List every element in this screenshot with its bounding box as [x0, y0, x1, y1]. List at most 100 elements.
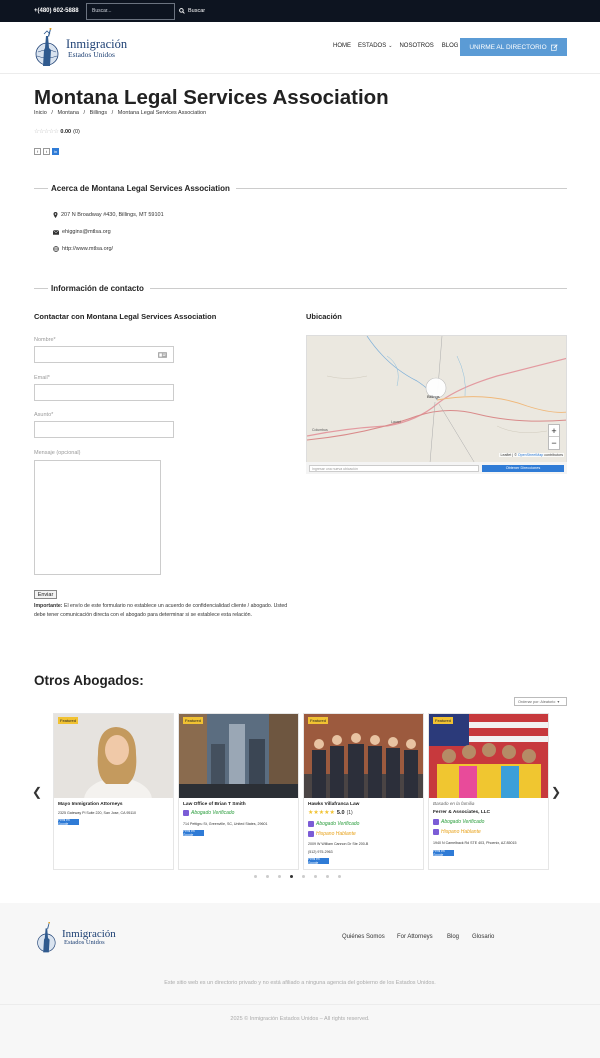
- name-label: Nombre*: [34, 337, 56, 343]
- website-link[interactable]: http://www.mtlsa.org/: [62, 246, 113, 252]
- map-attribution: Leaflet | © OpenStreetMap contributors: [499, 453, 564, 457]
- lawyer-address: 2009 W William Cannon Dr Ste 200-B: [308, 842, 369, 846]
- google-profile-button[interactable]: Perfil en Google: [58, 818, 79, 826]
- carousel-dots: [254, 875, 341, 878]
- email-link[interactable]: ehiggins@mtlsa.org: [62, 229, 111, 235]
- google-profile-button[interactable]: Perfil en Google: [308, 857, 329, 865]
- lawyer-card[interactable]: Featured Hawks Villafranca Law ★★★★★ 5.0 (…: [303, 713, 424, 870]
- message-textarea[interactable]: [34, 460, 161, 575]
- carousel-dot[interactable]: [266, 875, 269, 878]
- verified-icon: [433, 819, 439, 825]
- directions-input[interactable]: Ingresar una nueva ubicación: [309, 464, 479, 472]
- footer-link-quienes-somos[interactable]: Quiénes Somos: [342, 934, 385, 940]
- carousel-dot[interactable]: [326, 875, 329, 878]
- rating-stars[interactable]: ☆☆☆☆☆: [34, 128, 59, 135]
- zoom-out-button[interactable]: −: [549, 437, 559, 449]
- name-field[interactable]: [34, 346, 174, 363]
- legal-notice: Importante: El envío de este formulario …: [34, 602, 299, 619]
- breadcrumb-item[interactable]: Montana: [58, 110, 79, 116]
- website-row: http://www.mtlsa.org/: [53, 246, 113, 252]
- contact-section-heading: Información de contacto: [34, 284, 567, 293]
- footer-link-glosario[interactable]: Glosario: [472, 934, 494, 940]
- nav-nosotros[interactable]: NOSOTROS: [399, 43, 433, 49]
- page-title: Montana Legal Services Association: [34, 86, 389, 109]
- footer-link-for-attorneys[interactable]: For Attorneys: [397, 934, 433, 940]
- autofill-contact-icon: [158, 352, 167, 358]
- lawyer-phone[interactable]: (512) 975-2963: [308, 850, 333, 854]
- lawyer-card[interactable]: Featured Law Office of Brian T Smith Abo…: [178, 713, 299, 870]
- email-label: Email*: [34, 375, 50, 381]
- map-label-city: Billings: [427, 394, 440, 399]
- location-title: Ubicación: [306, 312, 342, 321]
- lawyer-card[interactable]: Featured Basado en la familia Ferrer & A…: [428, 713, 549, 870]
- footer-link-blog[interactable]: Blog: [447, 934, 459, 940]
- spanish-speaker-icon: [308, 831, 314, 837]
- zoom-in-button[interactable]: +: [549, 425, 559, 437]
- carousel-dot[interactable]: [314, 875, 317, 878]
- lawyer-name[interactable]: Law Office of Brian T Smith: [183, 802, 246, 807]
- get-directions-button[interactable]: Obtener Direcciones: [482, 464, 564, 472]
- carousel-prev-arrow-icon[interactable]: ❮: [32, 785, 42, 799]
- footer-logo-text: Inmigración Estados Unidos: [62, 929, 116, 947]
- search-button[interactable]: Buscar: [179, 8, 205, 14]
- address-text: 207 N Broadway #430, Billings, MT 59101: [61, 212, 164, 218]
- send-button[interactable]: Enviar: [34, 590, 57, 599]
- map-zoom-control: + −: [548, 424, 560, 450]
- globe-icon: [53, 246, 59, 252]
- carousel-dot[interactable]: [338, 875, 341, 878]
- share-linkedin-icon[interactable]: in: [52, 148, 59, 155]
- share-facebook-icon[interactable]: f: [34, 148, 41, 155]
- search-input[interactable]: [86, 2, 175, 20]
- rating-count: (0): [73, 128, 80, 135]
- verified-label: Abogado Verificado: [191, 810, 235, 816]
- carousel-dot-active[interactable]: [290, 875, 293, 878]
- footer-copyright: 2025 © Inmigración Estados Unidos – All …: [230, 1016, 370, 1022]
- site-logo[interactable]: Inmigración Estados Unidos: [34, 28, 127, 68]
- notice-text: El envío de este formulario no establece…: [34, 603, 288, 618]
- footer-divider: [0, 1004, 600, 1005]
- about-title: Acerca de Montana Legal Services Associa…: [51, 184, 230, 193]
- google-profile-button[interactable]: Perfil en Google: [433, 849, 454, 857]
- breadcrumb-item[interactable]: Inicio: [34, 110, 47, 116]
- google-profile-button[interactable]: Perfil en Google: [183, 829, 204, 837]
- hispanic-label: Hispano Hablante: [316, 831, 356, 837]
- featured-badge: Featured: [308, 717, 329, 724]
- email-field[interactable]: [34, 384, 174, 401]
- breadcrumb-separator: /: [48, 110, 57, 116]
- verified-icon: [183, 810, 189, 816]
- logo-text: Inmigración Estados Unidos: [66, 38, 127, 58]
- breadcrumb-item[interactable]: Billings: [90, 110, 107, 116]
- nav-estados[interactable]: ESTADOS ⌄: [358, 43, 392, 49]
- carousel-dot[interactable]: [254, 875, 257, 878]
- divider: [235, 188, 567, 189]
- search-icon: [179, 8, 185, 14]
- order-select[interactable]: Ordenar por: Aleatorio ▾: [514, 697, 567, 706]
- carousel-dot[interactable]: [278, 875, 281, 878]
- share-twitter-icon[interactable]: t: [43, 148, 50, 155]
- carousel-dot[interactable]: [302, 875, 305, 878]
- message-label: Mensaje (opcional): [34, 450, 81, 456]
- footer-logo[interactable]: Inmigración Estados Unidos: [36, 922, 116, 954]
- lawyer-card[interactable]: Featured Mayo Immigration Attorneys 2325…: [53, 713, 174, 870]
- attribution-link[interactable]: OpenStreetMap: [518, 453, 543, 457]
- lawyer-name[interactable]: Hawks Villafranca Law: [308, 802, 359, 807]
- nav-blog[interactable]: BLOG: [442, 43, 459, 49]
- attribution-prefix[interactable]: Leaflet | ©: [500, 453, 516, 457]
- lawyer-name[interactable]: Ferrer & Associates, LLC: [433, 810, 490, 815]
- lawyer-photo: [54, 714, 173, 798]
- location-map[interactable]: Billings Columbus Laurel + − Leaflet | ©…: [306, 335, 567, 474]
- hispanic-badge: Hispano Hablante: [433, 829, 481, 835]
- verified-badge: Abogado Verificado: [433, 819, 484, 825]
- verified-badge: Abogado Verificado: [183, 810, 234, 816]
- phone-number[interactable]: +(480) 602-5888: [34, 8, 86, 14]
- divider: [34, 188, 48, 189]
- rating-stars: ★★★★★: [308, 810, 335, 816]
- subject-field[interactable]: [34, 421, 174, 438]
- join-directory-button[interactable]: UNIRME AL DIRECTORIO: [460, 38, 567, 56]
- carousel-next-arrow-icon[interactable]: ❯: [551, 785, 561, 799]
- lawyer-name[interactable]: Mayo Immigration Attorneys: [58, 802, 123, 807]
- rating-value: 5.0: [336, 809, 345, 816]
- address-row: 207 N Broadway #430, Billings, MT 59101: [53, 212, 164, 218]
- nav-home[interactable]: HOME: [333, 43, 351, 49]
- verified-label: Abogado Verificado: [316, 821, 360, 827]
